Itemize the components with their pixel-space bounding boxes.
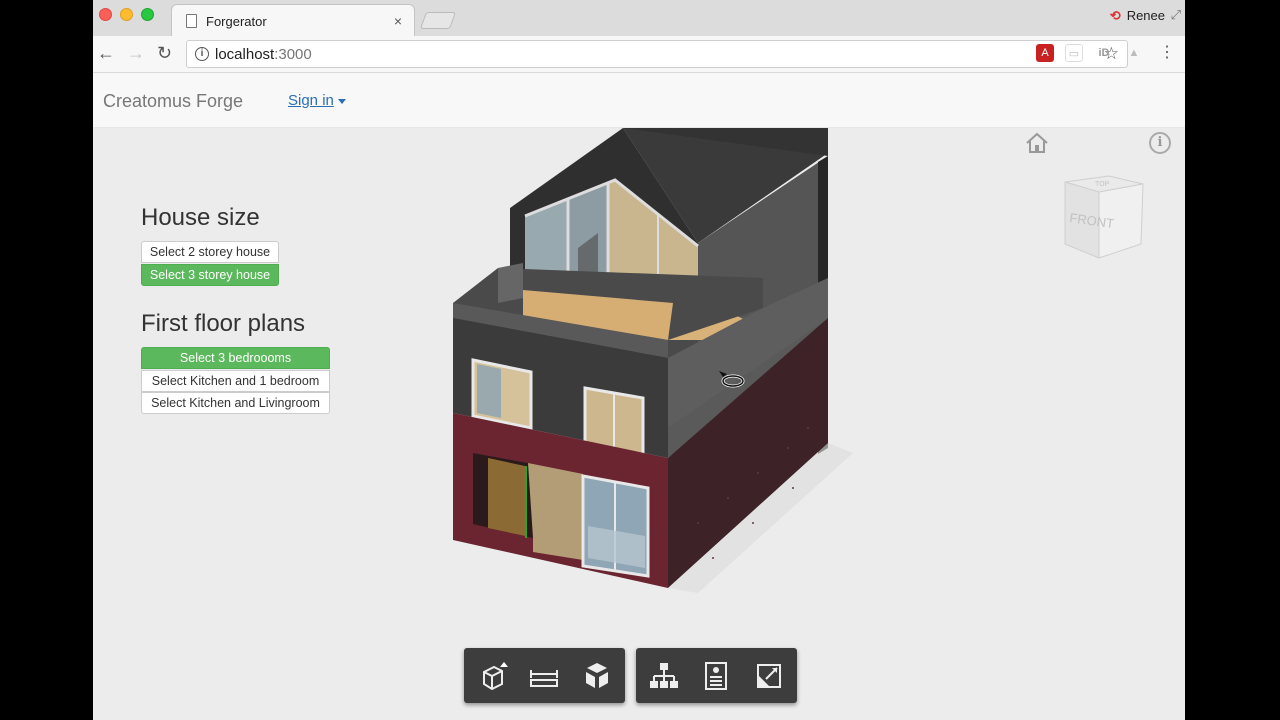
zoom-window-button[interactable] xyxy=(141,8,154,21)
reload-button[interactable]: ↻ xyxy=(157,42,172,64)
app-navbar: Creatomus Forge Sign in xyxy=(93,74,1185,128)
tab-bar: Forgerator × ⟲ Renee ⤢ xyxy=(93,0,1185,37)
url-host: localhost xyxy=(215,46,275,63)
brand-title[interactable]: Creatomus Forge xyxy=(103,91,243,112)
browser-window: Forgerator × ⟲ Renee ⤢ ← → ↻ i localhost:… xyxy=(93,0,1185,720)
orbit-cursor-icon xyxy=(719,371,745,388)
address-bar[interactable]: i localhost:3000 ☆ xyxy=(186,40,1128,68)
browser-toolbar: ← → ↻ i localhost:3000 ☆ A ▭ iD ▲ ⋮ xyxy=(93,36,1185,73)
house-size-option[interactable]: Select 2 storey house xyxy=(141,241,279,263)
browser-menu-icon[interactable]: ⋮ xyxy=(1159,43,1175,63)
new-tab-button[interactable] xyxy=(419,12,457,29)
navigation-toolbar xyxy=(464,648,625,703)
pdf-extension-icon[interactable]: A xyxy=(1036,44,1054,62)
sync-icon: ⟲ xyxy=(1109,8,1121,23)
sign-in-label: Sign in xyxy=(288,92,334,109)
properties-icon[interactable] xyxy=(700,660,732,692)
model-viewer[interactable]: House size Select 2 storey house Select … xyxy=(93,128,1185,720)
tab-title: Forgerator xyxy=(206,14,267,29)
fullscreen-icon[interactable] xyxy=(753,660,785,692)
floor-plans-heading: First floor plans xyxy=(141,310,306,337)
floor-plan-option[interactable]: Select Kitchen and Livingroom xyxy=(141,392,330,414)
house-size-heading: House size xyxy=(141,204,260,231)
floor-plan-option[interactable]: Select 3 bedroooms xyxy=(141,347,330,369)
url-port: :3000 xyxy=(274,46,312,63)
profile-button[interactable]: ⟲ Renee xyxy=(1110,8,1165,24)
profile-name: Renee xyxy=(1126,8,1165,23)
page-icon xyxy=(186,14,197,28)
viewcube-navigator[interactable]: TOP FRONT xyxy=(1059,172,1149,262)
model-browser-icon[interactable] xyxy=(648,660,680,692)
minimize-window-button[interactable] xyxy=(120,8,133,21)
caret-down-icon xyxy=(337,98,346,104)
info-icon[interactable]: i xyxy=(1149,132,1171,154)
viewcube-top-label: TOP xyxy=(1095,181,1110,188)
close-window-button[interactable] xyxy=(99,8,112,21)
close-tab-icon[interactable]: × xyxy=(394,13,402,29)
id-extension-icon[interactable]: iD xyxy=(1095,44,1113,62)
drive-extension-icon[interactable]: ▲ xyxy=(1125,44,1143,62)
house-size-option[interactable]: Select 3 storey house xyxy=(141,264,279,286)
sign-in-dropdown[interactable]: Sign in xyxy=(288,92,346,109)
inspection-toolbar xyxy=(636,648,797,703)
measure-icon[interactable] xyxy=(528,660,560,692)
cast-extension-icon[interactable]: ▭ xyxy=(1065,44,1083,62)
browser-tab[interactable]: Forgerator × xyxy=(171,4,415,37)
site-info-icon[interactable]: i xyxy=(195,47,209,61)
forward-button[interactable]: → xyxy=(127,42,145,64)
orbit-icon[interactable] xyxy=(478,660,510,692)
floor-plan-option[interactable]: Select Kitchen and 1 bedroom xyxy=(141,370,330,392)
explode-icon[interactable] xyxy=(581,660,613,692)
house-3d-model[interactable] xyxy=(453,128,933,598)
fullscreen-icon[interactable]: ⤢ xyxy=(1171,7,1181,23)
url-text: localhost:3000 xyxy=(215,46,312,63)
home-icon[interactable] xyxy=(1025,132,1049,154)
back-button[interactable]: ← xyxy=(97,42,115,64)
